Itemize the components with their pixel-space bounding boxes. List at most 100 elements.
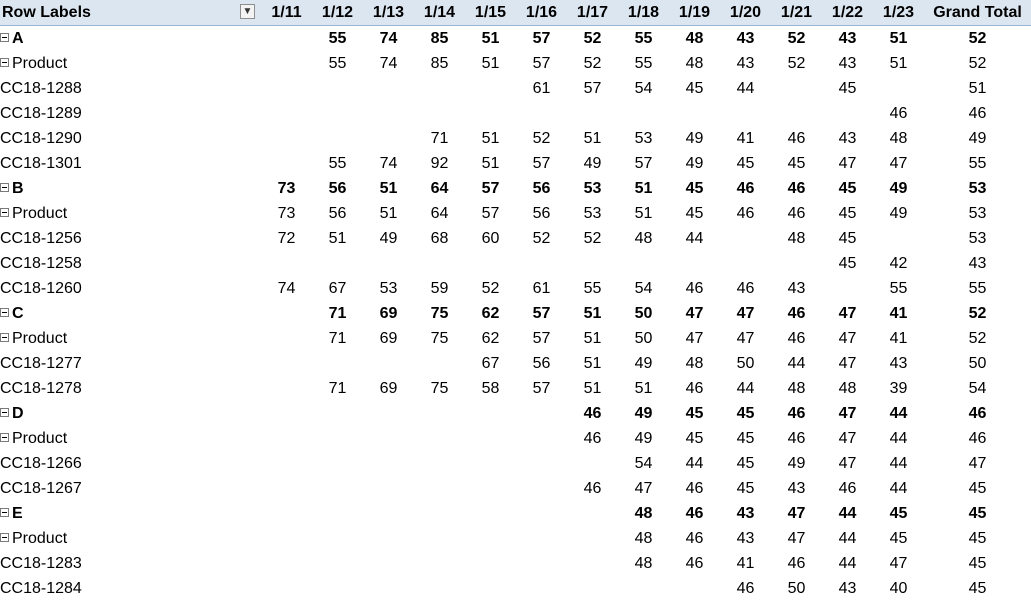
value-cell[interactable]	[465, 101, 516, 126]
column-header[interactable]: 1/19	[669, 0, 720, 26]
value-cell[interactable]	[567, 526, 618, 551]
value-cell[interactable]: 51	[567, 301, 618, 326]
value-cell[interactable]: 51	[873, 51, 924, 76]
collapse-icon[interactable]	[0, 507, 9, 517]
value-cell[interactable]: 54	[618, 276, 669, 301]
value-cell[interactable]: 57	[516, 26, 567, 52]
value-cell[interactable]	[567, 576, 618, 601]
value-cell[interactable]: 53	[567, 201, 618, 226]
value-cell[interactable]: 52	[516, 126, 567, 151]
value-cell[interactable]	[516, 251, 567, 276]
value-cell[interactable]: 51	[618, 201, 669, 226]
value-cell[interactable]: 74	[363, 51, 414, 76]
value-cell[interactable]: 48	[618, 501, 669, 526]
row-label-cell[interactable]: Product	[0, 526, 261, 551]
value-cell[interactable]: 48	[771, 376, 822, 401]
value-cell[interactable]	[261, 101, 312, 126]
grand-total-cell[interactable]: 52	[924, 51, 1031, 76]
value-cell[interactable]: 47	[771, 501, 822, 526]
value-cell[interactable]	[414, 101, 465, 126]
grand-total-cell[interactable]: 46	[924, 401, 1031, 426]
value-cell[interactable]	[465, 576, 516, 601]
value-cell[interactable]	[363, 526, 414, 551]
value-cell[interactable]: 46	[669, 551, 720, 576]
value-cell[interactable]: 45	[822, 201, 873, 226]
row-label-cell[interactable]: B	[0, 176, 261, 201]
value-cell[interactable]	[363, 401, 414, 426]
value-cell[interactable]	[720, 251, 771, 276]
value-cell[interactable]: 57	[567, 76, 618, 101]
value-cell[interactable]	[516, 101, 567, 126]
value-cell[interactable]: 46	[771, 326, 822, 351]
value-cell[interactable]: 71	[312, 301, 363, 326]
value-cell[interactable]	[261, 351, 312, 376]
value-cell[interactable]: 47	[720, 301, 771, 326]
value-cell[interactable]: 56	[516, 201, 567, 226]
value-cell[interactable]: 46	[822, 476, 873, 501]
grand-total-cell[interactable]: 52	[924, 26, 1031, 52]
value-cell[interactable]: 57	[516, 376, 567, 401]
value-cell[interactable]	[261, 251, 312, 276]
value-cell[interactable]	[414, 251, 465, 276]
value-cell[interactable]: 47	[618, 476, 669, 501]
value-cell[interactable]: 55	[567, 276, 618, 301]
value-cell[interactable]: 44	[720, 76, 771, 101]
grand-total-header[interactable]: Grand Total	[924, 0, 1031, 26]
value-cell[interactable]: 51	[363, 176, 414, 201]
value-cell[interactable]: 46	[567, 476, 618, 501]
grand-total-cell[interactable]: 55	[924, 276, 1031, 301]
value-cell[interactable]	[669, 576, 720, 601]
value-cell[interactable]: 75	[414, 326, 465, 351]
value-cell[interactable]: 45	[720, 451, 771, 476]
value-cell[interactable]: 62	[465, 326, 516, 351]
value-cell[interactable]: 48	[771, 226, 822, 251]
value-cell[interactable]: 48	[822, 376, 873, 401]
row-label-cell[interactable]: CC18-1290	[0, 126, 261, 151]
value-cell[interactable]	[414, 551, 465, 576]
value-cell[interactable]	[414, 476, 465, 501]
row-label-cell[interactable]: CC18-1288	[0, 76, 261, 101]
value-cell[interactable]: 57	[465, 176, 516, 201]
value-cell[interactable]: 73	[261, 176, 312, 201]
collapse-icon[interactable]	[0, 207, 9, 217]
value-cell[interactable]: 49	[771, 451, 822, 476]
value-cell[interactable]: 51	[618, 176, 669, 201]
value-cell[interactable]: 56	[312, 176, 363, 201]
value-cell[interactable]	[261, 501, 312, 526]
value-cell[interactable]: 43	[720, 26, 771, 52]
value-cell[interactable]: 43	[822, 126, 873, 151]
value-cell[interactable]	[312, 76, 363, 101]
value-cell[interactable]: 44	[822, 551, 873, 576]
value-cell[interactable]: 45	[669, 201, 720, 226]
row-label-cell[interactable]: CC18-1267	[0, 476, 261, 501]
row-label-cell[interactable]: Product	[0, 426, 261, 451]
value-cell[interactable]: 46	[669, 476, 720, 501]
row-label-cell[interactable]: CC18-1266	[0, 451, 261, 476]
column-header[interactable]: 1/23	[873, 0, 924, 26]
value-cell[interactable]	[414, 426, 465, 451]
value-cell[interactable]: 51	[363, 201, 414, 226]
value-cell[interactable]: 45	[822, 76, 873, 101]
value-cell[interactable]: 47	[822, 451, 873, 476]
value-cell[interactable]: 55	[312, 51, 363, 76]
value-cell[interactable]: 51	[465, 151, 516, 176]
value-cell[interactable]	[363, 551, 414, 576]
value-cell[interactable]: 50	[720, 351, 771, 376]
value-cell[interactable]: 55	[312, 26, 363, 52]
value-cell[interactable]: 51	[465, 26, 516, 52]
value-cell[interactable]: 48	[669, 351, 720, 376]
value-cell[interactable]: 46	[771, 126, 822, 151]
value-cell[interactable]: 43	[771, 276, 822, 301]
value-cell[interactable]: 43	[720, 526, 771, 551]
value-cell[interactable]: 57	[465, 201, 516, 226]
value-cell[interactable]: 51	[567, 351, 618, 376]
value-cell[interactable]: 51	[312, 226, 363, 251]
column-header[interactable]: 1/22	[822, 0, 873, 26]
value-cell[interactable]	[516, 401, 567, 426]
value-cell[interactable]: 46	[771, 426, 822, 451]
value-cell[interactable]	[312, 451, 363, 476]
row-label-cell[interactable]: E	[0, 501, 261, 526]
value-cell[interactable]: 44	[873, 426, 924, 451]
value-cell[interactable]: 48	[618, 226, 669, 251]
value-cell[interactable]: 41	[720, 126, 771, 151]
